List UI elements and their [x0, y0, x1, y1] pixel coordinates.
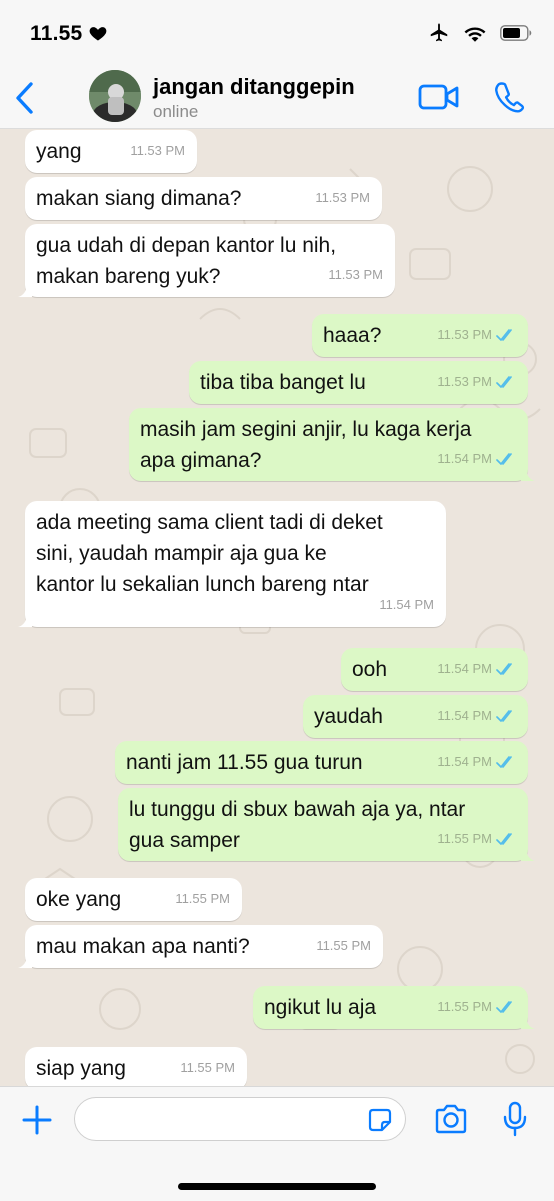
message-text: yaudah: [314, 705, 383, 728]
message-meta: 11.55 PM: [316, 930, 371, 961]
message-meta: 11.53 PM: [437, 366, 516, 397]
read-receipt-icon: [496, 755, 512, 768]
message-text: masih jam segini anjir, lu kaga kerja ap…: [140, 418, 472, 472]
message-text: ada meeting sama client tadi di deket si…: [36, 511, 383, 596]
message-meta: 11.55 PM: [180, 1052, 235, 1083]
bubble-tail: [18, 954, 32, 968]
outgoing-message[interactable]: haaa? 11.53 PM: [312, 314, 528, 357]
message-text: haaa?: [323, 324, 382, 347]
message-meta: 11.54 PM: [437, 443, 516, 474]
message-meta: 11.54 PM: [379, 589, 434, 620]
message-time: 11.54 PM: [437, 754, 492, 769]
airplane-icon: [430, 23, 448, 42]
incoming-message[interactable]: gua udah di depan kantor lu nih, makan b…: [18, 224, 395, 297]
message-meta: 11.53 PM: [315, 182, 370, 213]
read-receipt-icon: [496, 452, 512, 465]
message-time: 11.55 PM: [437, 999, 492, 1014]
battery-icon: [500, 25, 532, 41]
outgoing-message[interactable]: tiba tiba banget lu 11.53 PM: [189, 361, 528, 404]
message-text: oke yang: [36, 888, 122, 911]
read-receipt-icon: [496, 832, 512, 845]
bubble-tail: [521, 847, 535, 861]
message-time: 11.53 PM: [130, 143, 185, 158]
message-time: 11.55 PM: [180, 1060, 235, 1075]
message-text: yang: [36, 140, 82, 163]
message-meta: 11.54 PM: [437, 700, 516, 731]
bubble-tail: [18, 283, 32, 297]
sticker-icon[interactable]: [367, 1107, 393, 1133]
avatar[interactable]: [89, 70, 141, 122]
wifi-icon: [464, 27, 486, 42]
message-meta: 11.55 PM: [437, 991, 516, 1022]
message-meta: 11.55 PM: [175, 883, 230, 914]
microphone-icon[interactable]: [502, 1101, 528, 1137]
incoming-message[interactable]: makan siang dimana? 11.53 PM: [25, 177, 382, 220]
chat-header: jangan ditanggepin online: [0, 64, 554, 129]
read-receipt-icon: [496, 375, 512, 388]
outgoing-message[interactable]: ooh 11.54 PM: [341, 648, 528, 691]
message-time: 11.53 PM: [328, 267, 383, 282]
outgoing-message[interactable]: masih jam segini anjir, lu kaga kerja ap…: [129, 408, 535, 481]
message-time: 11.54 PM: [379, 597, 434, 612]
read-receipt-icon: [496, 662, 512, 675]
message-time: 11.55 PM: [316, 938, 371, 953]
contact-status: online: [153, 102, 199, 121]
camera-icon[interactable]: [433, 1103, 469, 1135]
phone-icon[interactable]: [492, 80, 526, 114]
home-indicator: [178, 1183, 376, 1190]
bubble-tail: [521, 1015, 535, 1029]
bubble-tail: [18, 613, 32, 627]
message-text: ooh: [352, 658, 388, 681]
bubble-tail: [521, 467, 535, 481]
message-text: makan siang dimana?: [36, 187, 242, 210]
plus-icon[interactable]: [20, 1103, 54, 1137]
message-meta: 11.54 PM: [437, 746, 516, 777]
message-time: 11.54 PM: [437, 451, 492, 466]
message-time: 11.54 PM: [437, 708, 492, 723]
status-bar: 11.55: [0, 0, 554, 64]
video-camera-icon[interactable]: [418, 82, 460, 112]
chevron-left-icon[interactable]: [10, 78, 40, 118]
incoming-message[interactable]: oke yang 11.55 PM: [25, 878, 242, 921]
heart-icon: [89, 27, 107, 41]
message-input[interactable]: [74, 1097, 406, 1141]
message-time: 11.53 PM: [437, 327, 492, 342]
message-text: ngikut lu aja: [264, 996, 377, 1019]
outgoing-message[interactable]: yaudah 11.54 PM: [303, 695, 528, 738]
message-text: mau makan apa nanti?: [36, 935, 250, 958]
read-receipt-icon: [496, 1000, 512, 1013]
input-bar: [0, 1086, 554, 1201]
read-receipt-icon: [496, 709, 512, 722]
incoming-message[interactable]: yang 11.53 PM: [25, 130, 197, 173]
incoming-message[interactable]: ada meeting sama client tadi di deket si…: [18, 501, 446, 627]
read-receipt-icon: [496, 328, 512, 341]
message-time: 11.53 PM: [437, 374, 492, 389]
incoming-message[interactable]: mau makan apa nanti? 11.55 PM: [18, 925, 383, 968]
message-text: tiba tiba banget lu: [200, 371, 366, 394]
message-text: gua udah di depan kantor lu nih, makan b…: [36, 234, 337, 288]
outgoing-message[interactable]: ngikut lu aja 11.55 PM: [253, 986, 535, 1029]
message-time: 11.55 PM: [175, 891, 230, 906]
contact-name[interactable]: jangan ditanggepin: [153, 74, 355, 100]
message-meta: 11.53 PM: [437, 319, 516, 350]
message-text: lu tunggu di sbux bawah aja ya, ntar gua…: [129, 798, 466, 852]
chat-area[interactable]: yang 11.53 PM makan siang dimana? 11.53 PM g…: [0, 129, 554, 1086]
outgoing-message[interactable]: nanti jam 11.55 gua turun 11.54 PM: [115, 741, 528, 784]
outgoing-message[interactable]: lu tunggu di sbux bawah aja ya, ntar gua…: [118, 788, 535, 861]
message-meta: 11.53 PM: [130, 135, 185, 166]
message-text: siap yang: [36, 1057, 126, 1080]
incoming-message[interactable]: siap yang 11.55 PM: [25, 1047, 247, 1086]
status-time: 11.55: [30, 22, 83, 45]
avatar-image: [89, 70, 141, 122]
message-text: nanti jam 11.55 gua turun: [126, 751, 363, 774]
message-meta: 11.55 PM: [437, 823, 516, 854]
message-meta: 11.54 PM: [437, 653, 516, 684]
message-time: 11.54 PM: [437, 661, 492, 676]
message-time: 11.55 PM: [437, 831, 492, 846]
message-time: 11.53 PM: [315, 190, 370, 205]
message-meta: 11.53 PM: [328, 259, 383, 290]
